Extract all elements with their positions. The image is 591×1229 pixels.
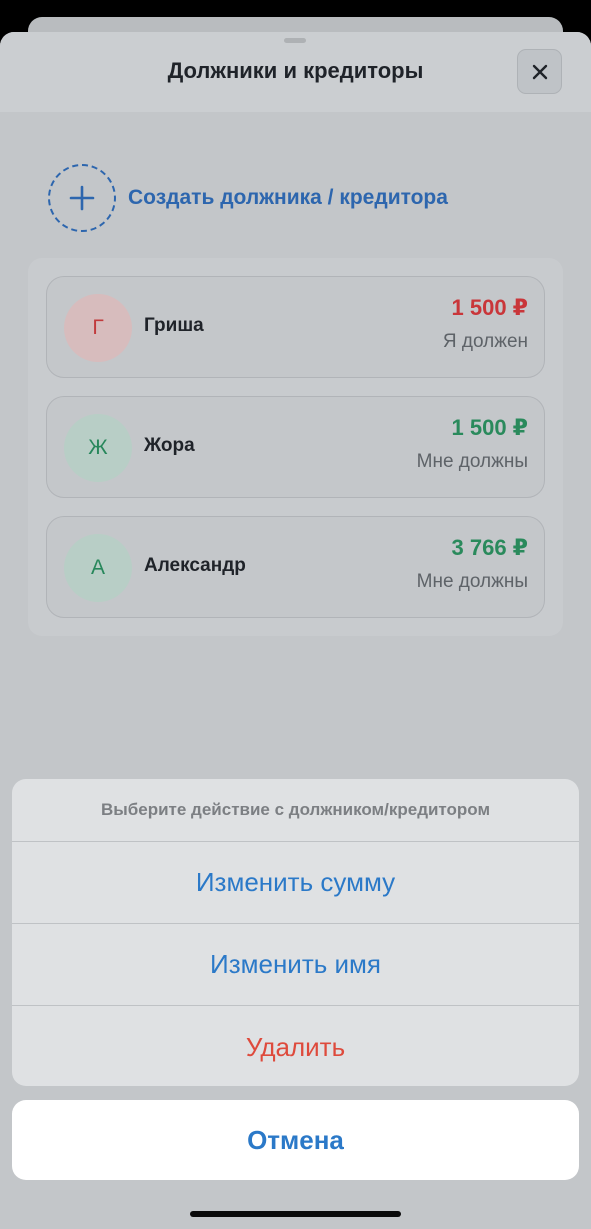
sheet-header: Должники и кредиторы (0, 32, 591, 112)
edit-amount-button[interactable]: Изменить сумму (12, 842, 579, 924)
list-item[interactable]: Г Гриша 1 500 ₽ Я должен (46, 276, 545, 378)
person-name: Александр (144, 555, 246, 576)
cancel-button[interactable]: Отмена (12, 1100, 579, 1180)
avatar: Г (64, 294, 132, 362)
close-icon (532, 64, 547, 79)
create-debtor-button[interactable]: Создать должника / кредитора (48, 163, 448, 233)
person-name: Гриша (144, 315, 204, 336)
plus-circle (48, 164, 116, 232)
avatar: А (64, 534, 132, 602)
home-indicator (190, 1211, 401, 1217)
debt-status: Я должен (442, 331, 528, 352)
person-name: Жора (144, 435, 195, 456)
debt-amount: 1 500 ₽ (451, 295, 528, 320)
action-sheet-title: Выберите действие с должником/кредитором (12, 779, 579, 842)
sheet-grabber[interactable] (284, 38, 306, 43)
plus-icon (69, 185, 95, 211)
avatar: Ж (64, 414, 132, 482)
debt-status: Мне должны (416, 571, 528, 592)
list-item[interactable]: А Александр 3 766 ₽ Мне должны (46, 516, 545, 618)
create-debtor-label: Создать должника / кредитора (128, 186, 448, 209)
sheet-title: Должники и кредиторы (167, 58, 424, 83)
debt-amount: 1 500 ₽ (451, 415, 528, 440)
edit-name-button[interactable]: Изменить имя (12, 924, 579, 1006)
debt-status: Мне должны (416, 451, 528, 472)
list-item[interactable]: Ж Жора 1 500 ₽ Мне должны (46, 396, 545, 498)
delete-button[interactable]: Удалить (12, 1006, 579, 1086)
action-sheet: Выберите действие с должником/кредитором… (12, 779, 579, 1086)
debt-amount: 3 766 ₽ (451, 535, 528, 560)
close-button[interactable] (517, 49, 562, 94)
debtors-list: Г Гриша 1 500 ₽ Я должен Ж Жора 1 500 ₽ … (28, 258, 563, 636)
